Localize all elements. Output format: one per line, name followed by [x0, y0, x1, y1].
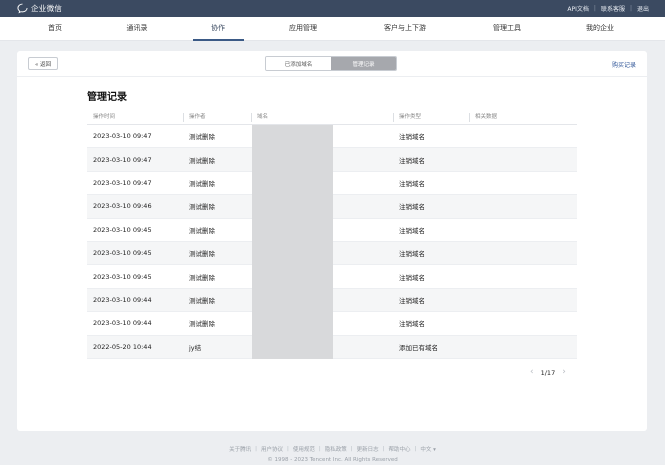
footer-link[interactable]: 更新日志: [357, 445, 379, 453]
divider: |: [593, 5, 596, 12]
cell-type: 注销域名: [399, 226, 425, 235]
divider: |: [318, 446, 321, 452]
footer-link[interactable]: 帮助中心: [388, 445, 410, 453]
divider: |: [350, 446, 353, 452]
records-table: 操作时间 操作者 域名 操作类型 相关数据 2023-03-10 09:47 测试…: [87, 110, 577, 359]
cell-time: 2023-03-10 09:45: [93, 249, 152, 258]
column-header-time: 操作时间: [93, 113, 116, 120]
page-indicator: 1/17: [540, 368, 556, 377]
cell-type: 注销域名: [399, 133, 425, 142]
nav-management-tools[interactable]: 管理工具: [493, 17, 521, 41]
divider: [17, 76, 647, 77]
tab-management-records[interactable]: 管理记录: [331, 57, 396, 70]
footer-link[interactable]: 使用规范: [293, 445, 315, 453]
cell-type: 注销域名: [399, 203, 425, 212]
prev-page-icon[interactable]: ‹: [530, 368, 534, 377]
cell-operator: 测试删除: [189, 203, 215, 212]
footer-link[interactable]: 用户协议: [261, 445, 283, 453]
cell-operator: 测试删除: [189, 226, 215, 235]
divider: |: [255, 446, 257, 452]
tab-switcher: 已添加域名 管理记录: [265, 56, 397, 71]
column-header-related: 相关数据: [469, 110, 577, 125]
cell-type: 注销域名: [399, 156, 425, 165]
logo[interactable]: 企业微信: [17, 3, 62, 14]
main-nav: 首页 通讯录 协作 应用管理 客户与上下游 管理工具 我的企业: [0, 17, 665, 41]
cell-operator: 测试删除: [189, 320, 215, 329]
footer-links: 关于腾讯 | 用户协议 | 使用规范 | 隐私政策 | 更新日志 | 帮助中心 | 中文 ▾: [0, 445, 665, 453]
copyright: © 1998 - 2023 Tencent Inc. All Rights Re…: [267, 457, 398, 463]
redacted-domain-mask: [252, 125, 333, 359]
cell-type: 注销域名: [399, 273, 425, 282]
cell-time: 2023-03-10 09:47: [93, 132, 152, 141]
cell-time: 2023-03-10 09:45: [93, 225, 152, 234]
cell-operator: 测试删除: [189, 133, 215, 142]
cell-type: 添加已有域名: [399, 343, 438, 352]
footer-link[interactable]: 隐私政策: [325, 445, 347, 453]
tab-added-domains[interactable]: 已添加域名: [266, 57, 331, 70]
nav-app-management[interactable]: 应用管理: [289, 17, 317, 41]
cell-operator: 测试删除: [189, 156, 215, 165]
footer-link[interactable]: 关于腾讯: [229, 445, 251, 453]
content-card: « 返回 已添加域名 管理记录 购买记录 管理记录 操作时间 操作者 域名 操作…: [17, 51, 647, 431]
divider: |: [287, 446, 289, 452]
cell-operator: 测试删除: [189, 250, 215, 259]
nav-collaboration[interactable]: 协作: [211, 17, 225, 41]
back-button[interactable]: « 返回: [28, 57, 58, 70]
table-header: 操作时间 操作者 域名 操作类型 相关数据: [87, 110, 577, 125]
cell-time: 2023-03-10 09:47: [93, 155, 152, 164]
cell-time: 2023-03-10 09:46: [93, 202, 152, 211]
contact-support-link[interactable]: 联系客服: [601, 4, 625, 13]
pagination: ‹ 1/17 ›: [530, 368, 566, 377]
nav-contacts[interactable]: 通讯录: [127, 17, 148, 41]
top-bar: 企业微信 API文档 | 联系客服 | 退出: [0, 0, 665, 17]
nav-active-indicator: [193, 39, 244, 41]
column-header-type: 操作类型: [393, 110, 469, 125]
purchase-records-link[interactable]: 购买记录: [612, 60, 636, 69]
api-docs-link[interactable]: API文档: [567, 4, 589, 13]
cell-time: 2023-03-10 09:44: [93, 295, 152, 304]
cell-time: 2023-03-10 09:44: [93, 319, 152, 328]
nav-customers[interactable]: 客户与上下游: [384, 17, 426, 41]
top-links: API文档 | 联系客服 | 退出: [567, 4, 649, 13]
cell-type: 注销域名: [399, 179, 425, 188]
column-header-operator: 操作者: [183, 110, 251, 125]
page-title: 管理记录: [87, 92, 127, 103]
logout-link[interactable]: 退出: [637, 4, 649, 13]
cell-time: 2023-03-10 09:45: [93, 272, 152, 281]
cell-type: 注销域名: [399, 250, 425, 259]
cell-time: 2022-05-20 10:44: [93, 342, 152, 351]
footer-link[interactable]: 中文 ▾: [420, 445, 436, 453]
cell-type: 注销域名: [399, 320, 425, 329]
next-page-icon[interactable]: ›: [562, 368, 566, 377]
cell-operator: 测试删除: [189, 296, 215, 305]
divider: |: [629, 5, 632, 12]
app-name: 企业微信: [31, 4, 63, 13]
cell-type: 注销域名: [399, 296, 425, 305]
cell-operator: jy结: [189, 343, 202, 352]
cell-time: 2023-03-10 09:47: [93, 178, 152, 187]
nav-home[interactable]: 首页: [48, 17, 62, 41]
nav-my-enterprise[interactable]: 我的企业: [586, 17, 614, 41]
cell-operator: 测试删除: [189, 273, 215, 282]
wecom-logo-icon: [17, 3, 28, 14]
footer: 关于腾讯 | 用户协议 | 使用规范 | 隐私政策 | 更新日志 | 帮助中心 | 中文 ▾ © 199…: [0, 445, 665, 463]
cell-operator: 测试删除: [189, 179, 215, 188]
divider: |: [382, 446, 385, 452]
divider: |: [414, 446, 417, 452]
column-header-domain: 域名: [251, 110, 393, 125]
